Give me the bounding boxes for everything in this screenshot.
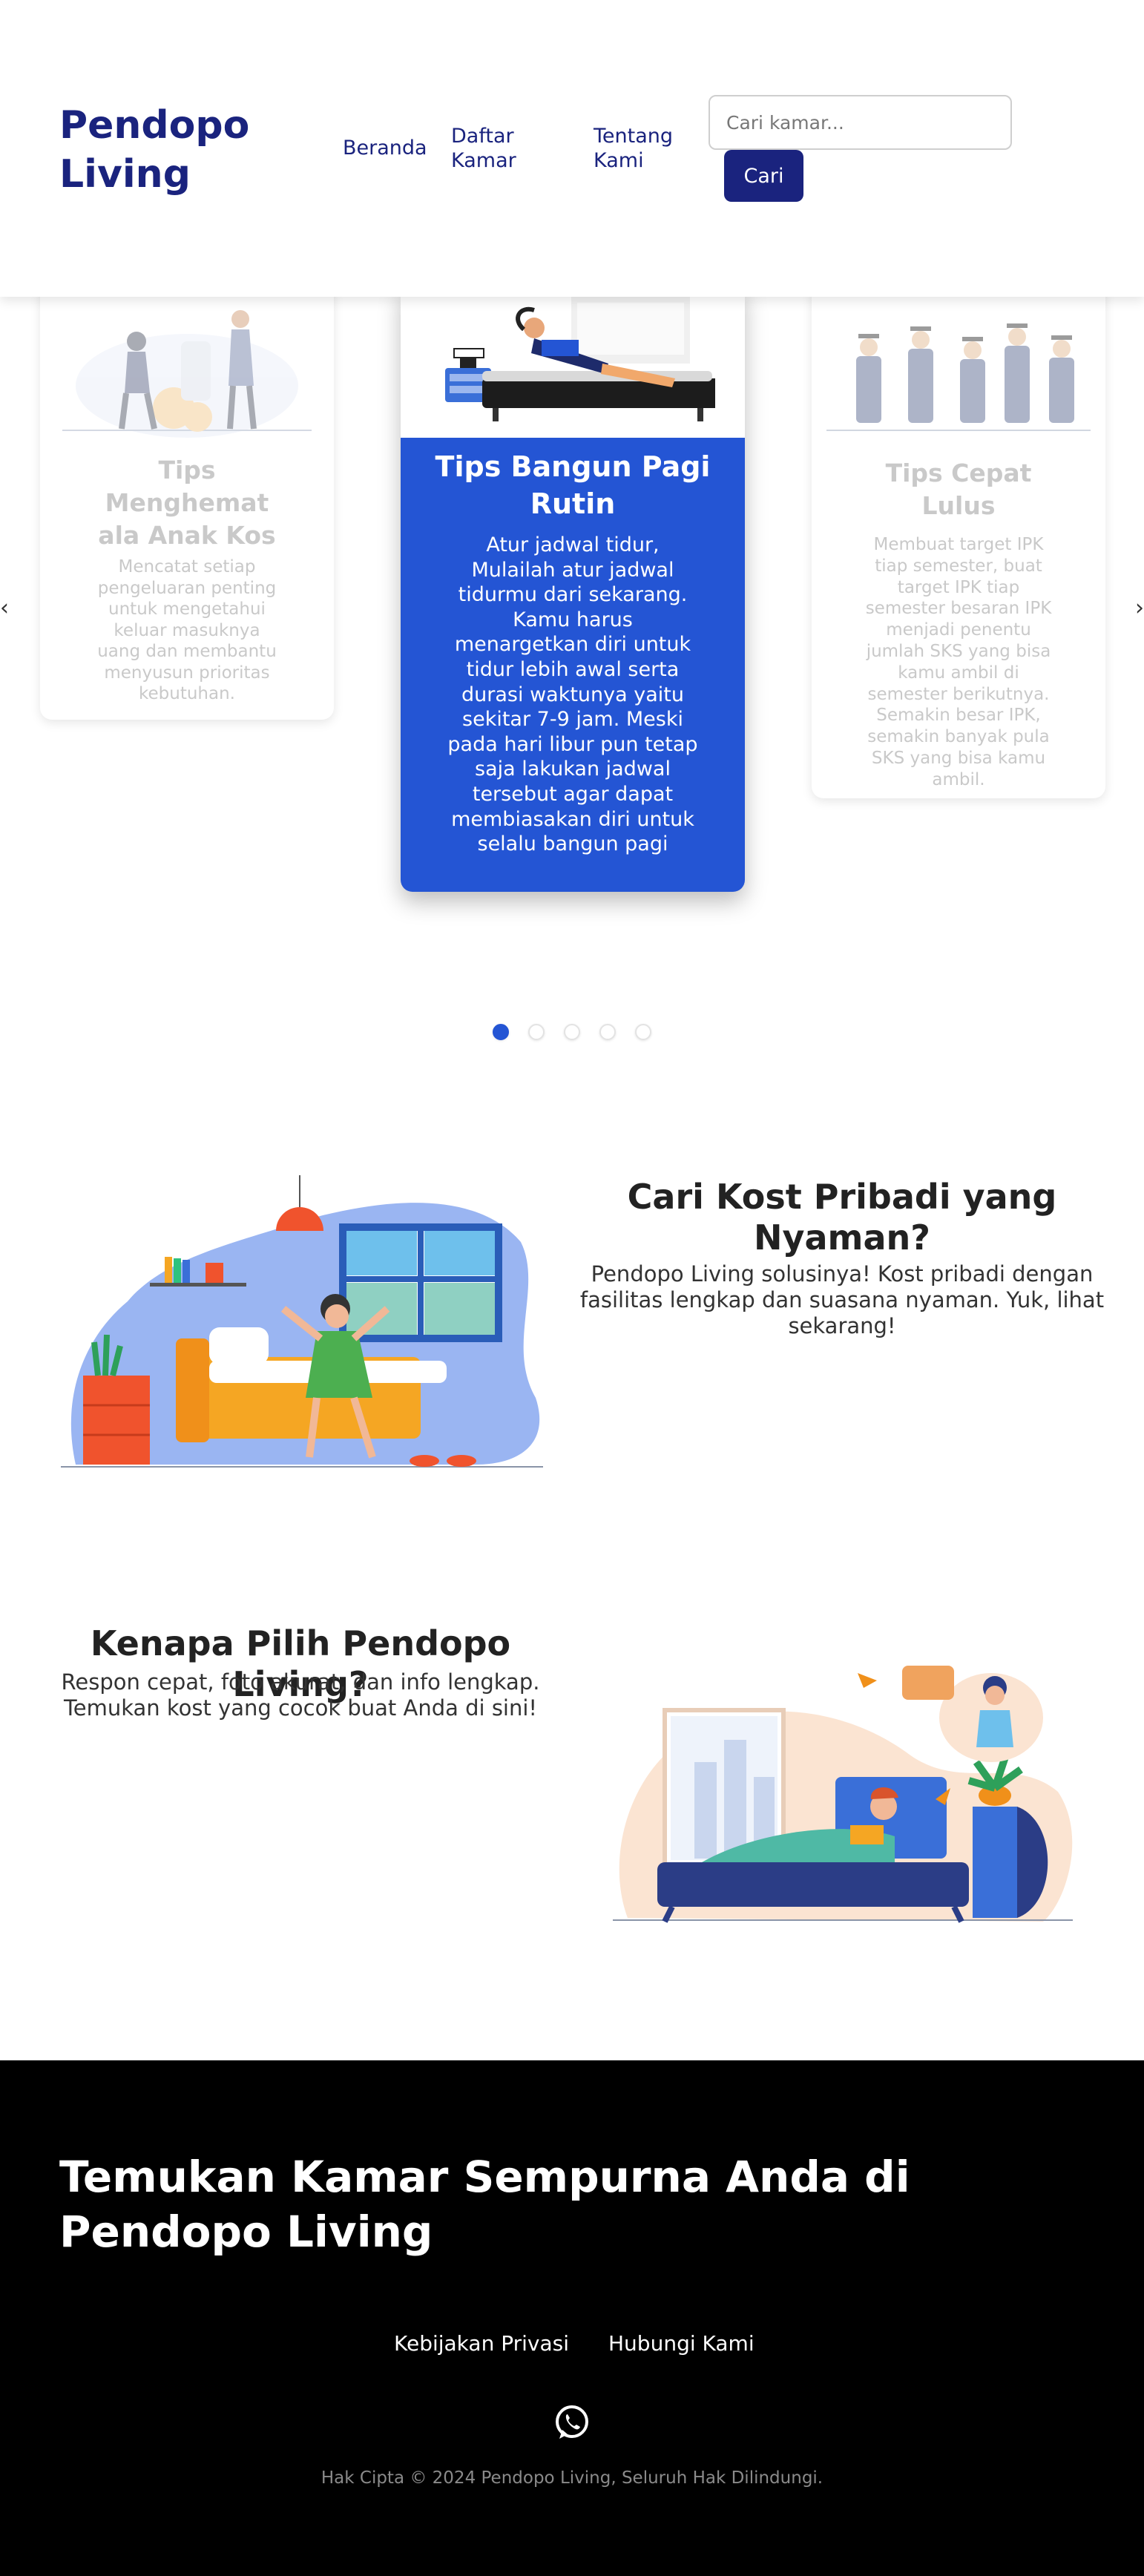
- carousel-card-bangun-pagi[interactable]: Tips Bangun Pagi Rutin Atur jadwal tidur…: [401, 297, 745, 892]
- card-text: Membuat target IPK tiap semester, buat t…: [865, 535, 1052, 789]
- carousel-dot[interactable]: [528, 1024, 545, 1040]
- chevron-right-icon[interactable]: ›: [1135, 597, 1144, 620]
- carousel-dot[interactable]: [635, 1024, 651, 1040]
- whatsapp-icon[interactable]: [553, 2403, 591, 2442]
- search-input[interactable]: [709, 95, 1012, 150]
- card-title: Tips Bangun Pagi Rutin: [435, 450, 711, 520]
- search-button[interactable]: Cari: [724, 150, 803, 202]
- footer-title: Temukan Kamar Sempurna Anda di Pendopo L…: [59, 2152, 910, 2257]
- card-text: Atur jadwal tidur, Mulailah atur jadwal …: [447, 533, 698, 856]
- card-title: Tips Menghemat ala Anak Kos: [98, 456, 276, 550]
- nav-link-daftar-kamar[interactable]: Daftar Kamar: [451, 124, 562, 173]
- card-text: Mencatat setiap pengeluaran penting untu…: [97, 557, 277, 703]
- nav-link-tentang-kami[interactable]: Tentang Kami: [594, 124, 690, 173]
- carousel-dot[interactable]: [564, 1024, 580, 1040]
- bedroom-illustration: [61, 1175, 543, 1468]
- tips-carousel: ‹ › Tips Menghemat ala Anak Kos Mencatat…: [0, 297, 1144, 1076]
- carousel-pagination: [0, 1024, 1144, 1046]
- carousel-card-hemat[interactable]: Tips Menghemat ala Anak Kos Mencatat set…: [40, 297, 334, 720]
- graduation-illustration: [826, 323, 1091, 431]
- footer-link-hubungi-kami[interactable]: Hubungi Kami: [608, 2331, 755, 2356]
- savings-illustration: [62, 310, 312, 438]
- section-title-cari-kost: Cari Kost Pribadi yang Nyaman?: [627, 1177, 1057, 1258]
- card-image-area: [401, 297, 745, 438]
- carousel-dot[interactable]: [599, 1024, 616, 1040]
- section-text-kenapa-pilih: Respon cepat, foto akurat, dan info leng…: [61, 1669, 540, 1721]
- carousel-card-cepat-lulus[interactable]: Tips Cepat Lulus Membuat target IPK tiap…: [812, 297, 1105, 798]
- copyright-text: Hak Cipta © 2024 Pendopo Living, Seluruh…: [320, 2468, 824, 2488]
- section-text-cari-kost: Pendopo Living solusinya! Kost pribadi d…: [579, 1261, 1105, 1338]
- site-header: Pendopo Living Beranda Daftar Kamar Tent…: [0, 0, 1144, 297]
- footer-link-kebijakan-privasi[interactable]: Kebijakan Privasi: [394, 2331, 569, 2356]
- nav-link-beranda[interactable]: Beranda: [343, 136, 427, 160]
- chevron-left-icon[interactable]: ‹: [0, 597, 9, 620]
- site-footer: Temukan Kamar Sempurna Anda di Pendopo L…: [0, 2060, 1144, 2576]
- card-title: Tips Cepat Lulus: [885, 459, 1032, 520]
- carousel-dot[interactable]: [493, 1024, 509, 1040]
- relaxing-illustration: [613, 1666, 1073, 1923]
- brand-logo[interactable]: Pendopo Living: [59, 101, 282, 199]
- sleeping-illustration: [445, 297, 715, 421]
